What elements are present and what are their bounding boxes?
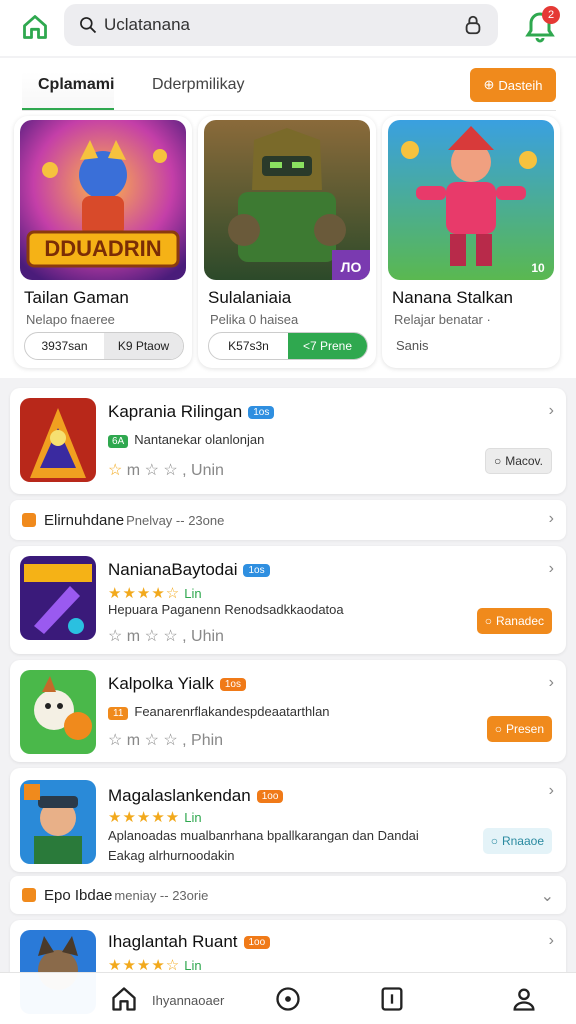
card-title: Sulalaniaia — [208, 288, 292, 307]
chevron-right-icon[interactable]: › — [549, 560, 554, 578]
circle-icon: ○ — [493, 454, 502, 468]
art-text: 10 — [531, 261, 545, 275]
game-art: 10 — [388, 120, 554, 280]
info-strip[interactable]: Epo Ibdae meniay -- 23orie ⌄ — [10, 876, 566, 914]
featured-panel: Cplamami Dderpmilikay ⊕ Dasteih DDUADRIN … — [0, 58, 576, 378]
strip-label: Epo Ibdae — [44, 886, 113, 904]
item-action-button[interactable]: ○ Ranadec — [476, 608, 552, 634]
home-icon[interactable] — [110, 985, 138, 1013]
item-rating: ☆ m ☆ ☆ , Uhin — [108, 628, 224, 645]
square-icon — [22, 513, 36, 527]
item-title: Kalpolka Yialk 1os — [108, 674, 246, 694]
chevron-down-icon[interactable]: ⌄ — [541, 886, 554, 906]
item-line: 6А Nantanekar olanlonjan — [108, 432, 264, 448]
app-icon — [20, 556, 96, 640]
item-rating: ☆ m ☆ ☆ , Unin — [108, 462, 224, 479]
info-strip[interactable]: Elirnuhdane Pnelvay -- 23one › — [10, 500, 566, 540]
chevron-right-icon[interactable]: › — [549, 932, 554, 950]
home-icon[interactable] — [18, 10, 52, 44]
profile-icon[interactable] — [510, 985, 538, 1013]
search-input[interactable] — [104, 15, 462, 35]
lock-icon[interactable] — [462, 14, 484, 36]
search-icon — [80, 17, 97, 34]
pill-right[interactable]: <7 Prene — [288, 333, 367, 359]
list-item[interactable]: Magalaslankendan 1oo ★★★★★ Lin Aplanoadas … — [10, 768, 566, 872]
item-title: Kaprania Rilingan 1os — [108, 402, 275, 422]
nav-label[interactable]: Ihyannaoaer — [152, 993, 224, 1008]
pill-right[interactable]: K9 Ptaow — [104, 333, 183, 359]
item-badge: 11 — [108, 707, 129, 720]
discover-icon[interactable] — [274, 985, 302, 1013]
strip-detail: meniay -- 23orie — [114, 887, 209, 903]
bottom-nav: Ihyannaoaer — [0, 972, 576, 1024]
gift-icon: ⊕ — [483, 77, 495, 92]
header-action-button[interactable]: ⊕ Dasteih — [470, 68, 556, 102]
item-rating: ☆ m ☆ ☆ , Phin — [108, 732, 224, 749]
library-icon[interactable] — [378, 985, 406, 1013]
strip-label: Elirnuhdane — [44, 511, 125, 529]
game-art: DDUADRIN — [20, 120, 186, 280]
item-line: Hepuara Paganenn Renodsadkkaodatoa — [108, 602, 344, 617]
chevron-right-icon[interactable]: › — [549, 782, 554, 800]
game-art: ЛО — [204, 120, 370, 280]
chevron-right-icon[interactable]: › — [549, 674, 554, 692]
art-text: DDUADRIN — [44, 236, 161, 261]
item-title: Ihaglantah Ruant 1oo — [108, 932, 271, 952]
item-chip: 1os — [243, 564, 270, 578]
app-icon — [20, 398, 96, 482]
circle-icon: ○ — [490, 834, 498, 848]
item-badge: 6А — [108, 435, 129, 448]
card-subtitle: Pelika 0 haisea — [210, 312, 299, 327]
item-line: 11 Feanarenrflakandespdeaatarthlan — [108, 704, 330, 720]
card-pill[interactable]: 3937san K9 Ptaow — [24, 332, 184, 360]
card-subtitle: Relajar benatar · — [394, 312, 491, 327]
circle-icon: ○ — [494, 722, 502, 736]
list-item[interactable]: Kalpolka Yialk 1os 11 Feanarenrflakandespd… — [10, 660, 566, 762]
featured-card[interactable]: DDUADRIN Tailan Gaman Nelapo fnaeree 393… — [14, 116, 192, 368]
card-pill[interactable]: K57s3n <7 Prene — [208, 332, 368, 360]
pill-left: 3937san — [41, 339, 88, 353]
card-title: Nanana Stalkan — [392, 288, 513, 307]
card-subtitle: Nelapo fnaeree — [26, 312, 115, 327]
app-icon — [20, 780, 96, 864]
card-plain-text: Sanis — [396, 338, 429, 353]
art-text: ЛО — [341, 259, 362, 275]
item-action-button[interactable]: ○ Macov. — [484, 448, 552, 474]
pill-left: K57s3n — [228, 339, 269, 353]
item-line-secondary: Eakag alrhurnoodakin — [108, 848, 235, 863]
item-chip: 1oo — [256, 790, 284, 804]
top-bar: 2 — [0, 0, 576, 56]
search-bar[interactable] — [64, 4, 498, 46]
item-action-button[interactable]: ○ Rnaaoe — [482, 828, 552, 854]
item-title: Magalaslankendan 1oo — [108, 786, 284, 806]
chevron-right-icon[interactable]: › — [549, 510, 554, 528]
featured-card[interactable]: ЛО Sulalaniaia Pelika 0 haisea K57s3n <7… — [198, 116, 376, 368]
item-action-button[interactable]: ○ Presen — [486, 716, 552, 742]
tab-primary[interactable]: Cplamami — [22, 72, 114, 111]
item-stars: ★★★★★ Lin — [108, 809, 202, 826]
app-icon — [20, 670, 96, 754]
notification-button[interactable]: 2 — [522, 6, 562, 46]
item-chip: 1oo — [243, 936, 271, 950]
item-stars: ★★★★☆ Lin — [108, 585, 202, 602]
list-item[interactable]: Kaprania Rilingan 1os 6А Nantanekar olanlo… — [10, 388, 566, 494]
item-title: NanianaBaytodai 1os — [108, 560, 270, 580]
tab-divider — [22, 110, 556, 111]
item-chip: 1os — [248, 406, 275, 420]
chevron-right-icon[interactable]: › — [549, 402, 554, 420]
square-icon — [22, 888, 36, 902]
tab-secondary[interactable]: Dderpmilikay — [136, 72, 260, 108]
item-line: Aplanoadas mualbanrhana bpallkarangan da… — [108, 828, 419, 843]
featured-card[interactable]: 10 Nanana Stalkan Relajar benatar · Sani… — [382, 116, 560, 368]
item-chip: 1os — [219, 678, 246, 692]
circle-icon: ○ — [484, 614, 492, 628]
list-item[interactable]: NanianaBaytodai 1os ★★★★☆ Lin Hepuara Paga… — [10, 546, 566, 654]
card-title: Tailan Gaman — [24, 288, 129, 307]
notification-badge: 2 — [542, 6, 560, 24]
strip-detail: Pnelvay -- 23one — [126, 512, 225, 528]
